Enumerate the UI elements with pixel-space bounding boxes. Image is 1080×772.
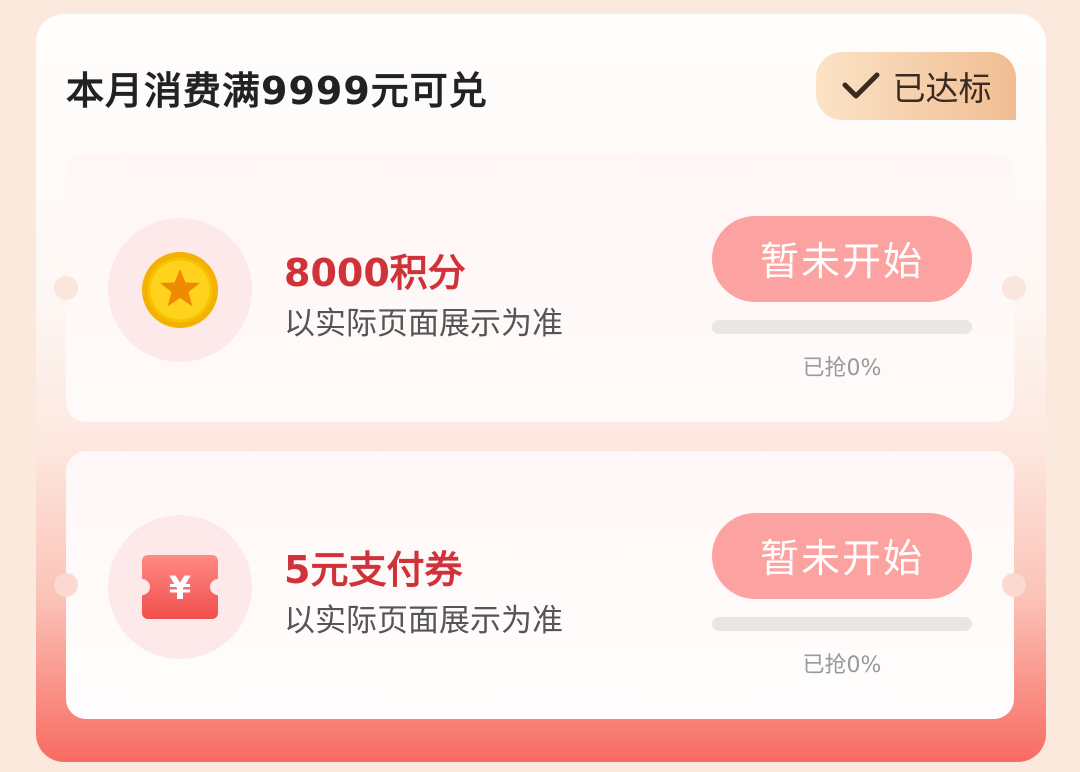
ticket-notch xyxy=(1002,276,1026,300)
ticket-glyph: ¥ xyxy=(169,569,191,607)
reward-description: 以实际页面展示为准 xyxy=(284,306,563,342)
progress-text: 已抢0% xyxy=(802,356,882,381)
ticket-notch xyxy=(54,573,78,597)
status-badge-label: 已达标 xyxy=(892,69,992,108)
reward-card-points: 8000积分 以实际页面展示为准 暂未开始 已抢0% xyxy=(54,154,1026,422)
progress-text: 已抢0% xyxy=(802,653,882,678)
reward-description: 以实际页面展示为准 xyxy=(284,603,563,639)
progress-bar xyxy=(712,617,972,631)
reward-name: 5元支付券 xyxy=(284,548,463,592)
reward-name: 8000积分 xyxy=(284,251,466,295)
not-started-button[interactable]: 暂未开始 xyxy=(712,216,972,302)
yuan-ticket-icon: ¥ xyxy=(142,555,218,619)
reward-card-coupon: ¥ 5元支付券 以实际页面展示为准 暂未开始 已抢0% xyxy=(54,451,1026,719)
ticket-notch xyxy=(1002,573,1026,597)
not-started-button[interactable]: 暂未开始 xyxy=(712,513,972,599)
reward-icon-wrap: ¥ xyxy=(108,515,252,659)
progress-bar xyxy=(712,320,972,334)
coin-star-icon xyxy=(142,252,218,328)
reward-icon-wrap xyxy=(108,218,252,362)
panel-title: 本月消费满9999元可兑 xyxy=(66,69,488,113)
check-icon xyxy=(842,72,879,99)
exchange-panel: 本月消费满9999元可兑 已达标 8000积分 以实际页面展示为准 暂未开始 已… xyxy=(36,14,1046,762)
ticket-notch xyxy=(54,276,78,300)
status-badge: 已达标 xyxy=(816,52,1016,120)
